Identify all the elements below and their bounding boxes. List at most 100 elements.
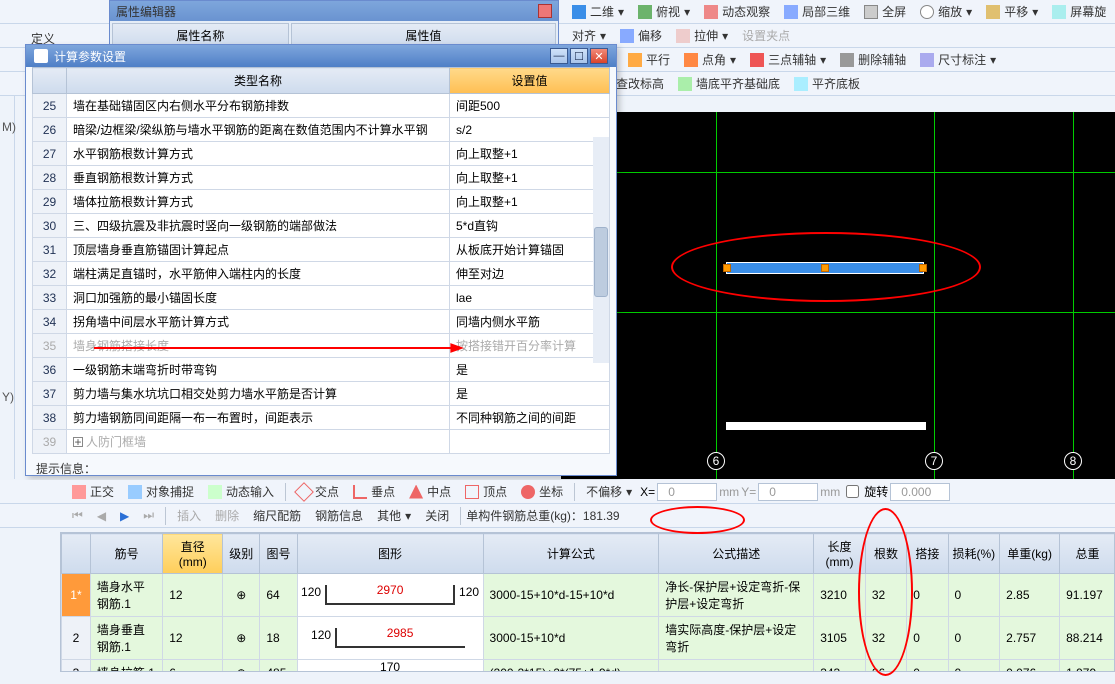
calc-params-table[interactable]: 类型名称 设置值 25墙在基础锚固区内右侧水平分布钢筋排数间距50026暗梁/边… [32, 67, 610, 454]
tool-3pt-aux[interactable]: 三点辅轴▾ [744, 49, 832, 70]
param-row[interactable]: 25墙在基础锚固区内右侧水平分布钢筋排数间距500 [33, 94, 610, 118]
param-value[interactable]: 按搭接错开百分率计算 [450, 334, 610, 358]
tool-align[interactable]: 对齐▾ [566, 25, 612, 46]
grid-col-header[interactable]: 损耗(%) [948, 534, 1000, 574]
cell-diameter[interactable]: 6 [163, 660, 223, 673]
cell-formula[interactable]: 3000-15+10*d [483, 617, 659, 660]
snap-vertex[interactable]: 顶点 [459, 481, 513, 502]
cell-length[interactable]: 3210 [814, 574, 866, 617]
cell-total-weight[interactable]: 88.214 [1060, 617, 1115, 660]
cell-fig-no[interactable]: 485 [260, 660, 297, 673]
tool-rebar-info[interactable]: 钢筋信息 [309, 505, 369, 526]
x-input[interactable]: 0 [657, 483, 717, 501]
grid-col-header[interactable]: 计算公式 [483, 534, 659, 574]
param-row[interactable]: 33洞口加强筋的最小锚固长度lae [33, 286, 610, 310]
grid-col-header[interactable]: 直径(mm) [163, 534, 223, 574]
grid-col-header[interactable]: 图号 [260, 534, 297, 574]
tool-del-aux[interactable]: 删除辅轴 [834, 49, 912, 70]
grid-col-header[interactable]: 单重(kg) [1000, 534, 1060, 574]
nav-first-icon[interactable]: ⏮ [66, 506, 89, 525]
cell-fig-no[interactable]: 64 [260, 574, 297, 617]
param-row[interactable]: 31顶层墙身垂直筋锚固计算起点从板底开始计算锚固 [33, 238, 610, 262]
grid-row[interactable]: 1*墙身水平钢筋.112⊕6412029701203000-15+10*d-15… [62, 574, 1115, 617]
tool-stretch[interactable]: 拉伸▾ [670, 25, 734, 46]
cell-lap[interactable]: 0 [907, 617, 948, 660]
grid-col-header[interactable]: 图形 [297, 534, 483, 574]
param-value[interactable]: 向上取整+1 [450, 166, 610, 190]
cell-fig-no[interactable]: 18 [260, 617, 297, 660]
cell-diameter[interactable]: 12 [163, 574, 223, 617]
cell-rebar-name[interactable]: 墙身垂直钢筋.1 [90, 617, 162, 660]
cell-level[interactable]: ⊕ [223, 574, 260, 617]
cell-lap[interactable]: 0 [907, 574, 948, 617]
cell-formula[interactable]: 3000-15+10*d-15+10*d [483, 574, 659, 617]
scrollbar-thumb[interactable] [594, 227, 608, 297]
cell-count[interactable]: 26 [865, 660, 906, 673]
tool-point-angle[interactable]: 点角▾ [678, 49, 742, 70]
tool-fullscreen[interactable]: 全屏 [858, 1, 912, 22]
cell-level[interactable]: ⊕ [223, 660, 260, 673]
cell-formula[interactable]: (200-2*15)+2*(75+1.9*d) [483, 660, 659, 673]
expand-icon[interactable]: + [73, 437, 83, 447]
cell-desc[interactable]: 净长-保护层+设定弯折-保护层+设定弯折 [659, 574, 814, 617]
param-row[interactable]: 34拐角墙中间层水平筋计算方式同墙内侧水平筋 [33, 310, 610, 334]
cell-length[interactable]: 343 [814, 660, 866, 673]
tool-dyninput[interactable]: 动态输入 [202, 481, 280, 502]
offset-mode-select[interactable]: 不偏移▾ [580, 481, 638, 502]
cell-shape[interactable]: 170 [297, 660, 483, 673]
cell-desc[interactable] [659, 660, 814, 673]
property-editor-dialog[interactable]: 属性编辑器 属性名称 属性值 [109, 0, 559, 48]
tool-2d[interactable]: 二维▾ [566, 1, 630, 22]
cell-rebar-name[interactable]: 墙身水平钢筋.1 [90, 574, 162, 617]
cell-count[interactable]: 32 [865, 574, 906, 617]
cell-total-weight[interactable]: 1.979 [1060, 660, 1115, 673]
grid-col-header[interactable]: 级别 [223, 534, 260, 574]
param-row[interactable]: 27水平钢筋根数计算方式向上取整+1 [33, 142, 610, 166]
nav-prev-icon[interactable]: ◀ [91, 507, 112, 525]
cell-unit-weight[interactable]: 2.85 [1000, 574, 1060, 617]
tool-flush-bottom[interactable]: 平齐底板 [788, 73, 866, 94]
snap-midpoint[interactable]: 中点 [403, 481, 457, 502]
rotate-input[interactable]: 0.000 [890, 483, 950, 501]
cell-unit-weight[interactable]: 0.076 [1000, 660, 1060, 673]
cell-count[interactable]: 32 [865, 617, 906, 660]
param-row[interactable]: 37剪力墙与集水坑坑口相交处剪力墙水平筋是否计算是 [33, 382, 610, 406]
param-row[interactable]: 38剪力墙钢筋同间距隔一布一布置时，间距表示不同种钢筋之间的间距 [33, 406, 610, 430]
snap-perpendicular[interactable]: 垂点 [347, 481, 401, 502]
cell-length[interactable]: 3105 [814, 617, 866, 660]
tool-scale-rebar[interactable]: 缩尺配筋 [247, 505, 307, 526]
y-input[interactable]: 0 [758, 483, 818, 501]
cell-unit-weight[interactable]: 2.757 [1000, 617, 1060, 660]
param-value[interactable]: 是 [450, 358, 610, 382]
tool-delete[interactable]: 删除 [209, 505, 245, 526]
param-row[interactable]: 32端柱满足直锚时，水平筋伸入端柱内的长度伸至对边 [33, 262, 610, 286]
grid-col-header[interactable]: 总重 [1060, 534, 1115, 574]
param-value[interactable]: 从板底开始计算锚固 [450, 238, 610, 262]
param-row[interactable]: 39+人防门框墙 [33, 430, 610, 454]
param-value[interactable]: 向上取整+1 [450, 190, 610, 214]
param-row[interactable]: 30三、四级抗震及非抗震时竖向一级钢筋的端部做法5*d直钩 [33, 214, 610, 238]
minimize-button[interactable]: — [550, 48, 568, 64]
tool-dimension[interactable]: 尺寸标注▾ [914, 49, 1002, 70]
param-row[interactable]: 35墙身钢筋搭接长度按搭接错开百分率计算 [33, 334, 610, 358]
tool-close[interactable]: 关闭 [419, 505, 455, 526]
grid-row[interactable]: 3墙身拉筋.16⊕485170(200-2*15)+2*(75+1.9*d)34… [62, 660, 1115, 673]
param-value[interactable]: 同墙内侧水平筋 [450, 310, 610, 334]
param-value[interactable]: 是 [450, 382, 610, 406]
cell-diameter[interactable]: 12 [163, 617, 223, 660]
cell-shape[interactable]: 1202985 [297, 617, 483, 660]
tool-ortho[interactable]: 正交 [66, 481, 120, 502]
cell-desc[interactable]: 墙实际高度-保护层+设定弯折 [659, 617, 814, 660]
tool-offset[interactable]: 偏移 [614, 25, 668, 46]
cell-loss[interactable]: 0 [948, 660, 1000, 673]
grid-col-header[interactable]: 公式描述 [659, 534, 814, 574]
nav-last-icon[interactable]: ⏭ [137, 506, 160, 525]
tool-osnap[interactable]: 对象捕捉 [122, 481, 200, 502]
cell-rebar-name[interactable]: 墙身拉筋.1 [90, 660, 162, 673]
param-value[interactable]: 不同种钢筋之间的间距 [450, 406, 610, 430]
param-value[interactable] [450, 430, 610, 454]
tool-pan[interactable]: 平移▾ [980, 1, 1044, 22]
tool-screen-rotate[interactable]: 屏幕旋 [1046, 1, 1112, 22]
snap-intersection[interactable]: 交点 [291, 481, 345, 502]
param-value[interactable]: 向上取整+1 [450, 142, 610, 166]
